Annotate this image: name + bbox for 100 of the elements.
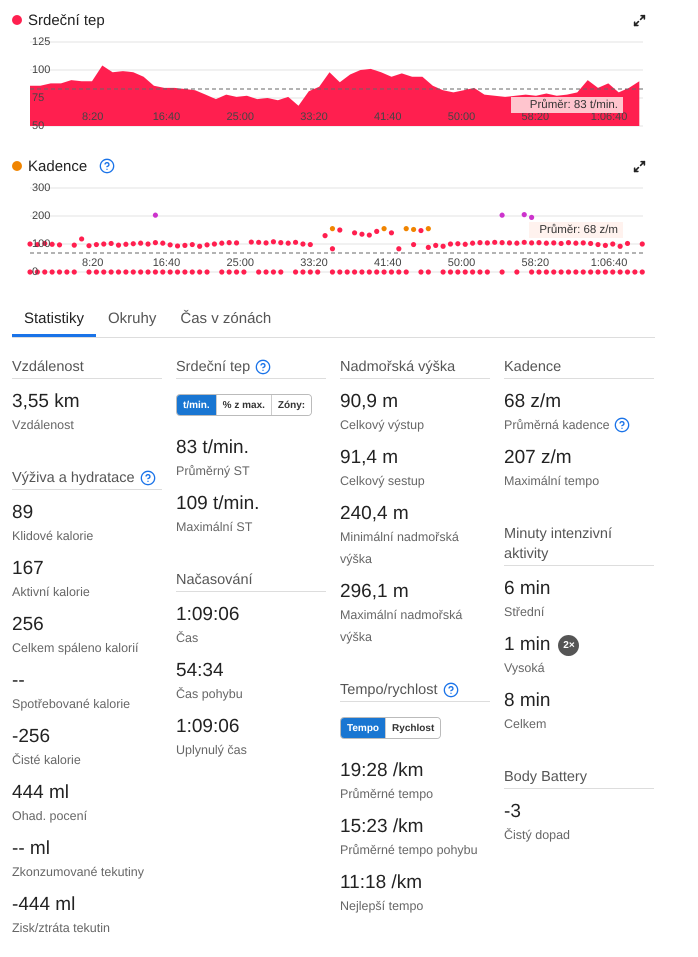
- stat-value: 6 min: [504, 577, 550, 601]
- section-title: Minuty intenzivní aktivity: [504, 525, 613, 564]
- stat-value: -444 ml: [12, 893, 76, 917]
- tab[interactable]: Okruhy: [96, 300, 168, 337]
- stat-value: 11:18 /km: [340, 871, 422, 895]
- stat-label: Celkový sestup: [340, 473, 425, 490]
- help-icon[interactable]: [442, 682, 459, 698]
- stat-label: Ohad. pocení: [12, 808, 88, 825]
- expand-icon[interactable]: [633, 14, 646, 26]
- tab[interactable]: Čas v zónách: [168, 300, 284, 337]
- stat-value: -256: [12, 725, 50, 749]
- stat-label: Celkem: [504, 716, 546, 733]
- stat-label: Průměrná kadence: [504, 417, 610, 434]
- stat-value: 83 t/min.: [176, 436, 249, 460]
- ref-line-label: Průměr: 68 z/m: [539, 223, 618, 236]
- axis-tick-label: 16:40: [152, 257, 180, 269]
- stat-label: Maximální ST: [176, 519, 252, 536]
- section-title: Výživa a hydratace: [12, 469, 135, 488]
- axis-tick-label: 41:40: [374, 257, 402, 269]
- section-title: Srdeční tep: [176, 358, 250, 377]
- expand-icon[interactable]: [633, 160, 646, 172]
- stat-label: Spotřebované kalorie: [12, 696, 130, 713]
- stat-value: 109 t/min.: [176, 492, 260, 516]
- average-label: Průměr: 83 t/min.: [511, 97, 623, 113]
- stat-label: Zisk/ztráta tekutin: [12, 920, 110, 937]
- stat-value: 1:09:06: [176, 603, 240, 627]
- stat-value: 89: [12, 501, 34, 525]
- ref-line-label: Průměr: 83 t/min.: [530, 98, 618, 112]
- axis-tick-label: 75: [32, 92, 44, 104]
- toggle-option[interactable]: Tempo: [341, 718, 386, 738]
- multiplier-badge: 2×: [558, 634, 580, 656]
- toggle-option[interactable]: Zóny:: [270, 395, 312, 415]
- axis-tick-label: 200: [32, 210, 50, 222]
- toggle-option[interactable]: Rychlost: [385, 718, 440, 738]
- stat-value: 256: [12, 613, 44, 637]
- stat-value: 240,4 m: [340, 502, 409, 526]
- stat-value: 15:23 /km: [340, 815, 424, 839]
- stat-label: Minimální nadmořská výška: [340, 529, 460, 568]
- stat-value: 8 min: [504, 689, 550, 713]
- axis-tick-label: 300: [32, 182, 50, 194]
- section-title: Tempo/rychlost: [340, 681, 438, 700]
- axis-tick-label: 1:06:40: [590, 111, 628, 123]
- tab[interactable]: Statistiky: [12, 300, 96, 337]
- section-title: Nadmořská výška: [340, 358, 456, 377]
- stat-value: 207 z/m: [504, 446, 572, 470]
- average-label: Průměr: 68 z/m: [529, 222, 623, 238]
- axis-tick-label: 16:40: [152, 111, 180, 123]
- stat-label: Maximální nadmořská výška: [340, 607, 464, 646]
- stat-value: 167: [12, 557, 44, 581]
- stat-label: Střední: [504, 604, 544, 621]
- stat-label: Aktivní kalorie: [12, 584, 90, 601]
- axis-tick-label: 58:20: [522, 111, 550, 123]
- help-icon[interactable]: [99, 158, 116, 174]
- section-title: Načasování: [176, 571, 253, 590]
- chart-title: Kadence: [28, 158, 88, 174]
- stat-label: Průměrné tempo: [340, 786, 434, 803]
- axis-tick-label: 100: [32, 64, 50, 76]
- help-icon[interactable]: [140, 470, 156, 486]
- axis-tick-label: 125: [32, 36, 50, 48]
- stat-value: 296,1 m: [340, 580, 409, 604]
- section-title: Vzdálenost: [12, 358, 84, 377]
- axis-tick-label: 33:20: [300, 257, 328, 269]
- axis-tick-label: 8:20: [82, 257, 104, 269]
- axis-tick-label: 25:00: [226, 257, 254, 269]
- axis-tick-label: 50:00: [448, 257, 476, 269]
- section-title: Kadence: [504, 358, 562, 377]
- stat-value: 1:09:06: [176, 715, 240, 739]
- stat-label: Čas: [176, 630, 198, 647]
- stat-label: Nejlepší tempo: [340, 898, 424, 915]
- toggle-option[interactable]: t/min.: [177, 395, 216, 415]
- help-icon[interactable]: [255, 359, 272, 375]
- stat-value: 90,9 m: [340, 390, 398, 414]
- stat-label: Vysoká: [504, 660, 545, 677]
- stat-label: Čistý dopad: [504, 827, 570, 844]
- stat-label: Maximální tempo: [504, 473, 600, 490]
- stat-value: --: [12, 669, 25, 693]
- axis-tick-label: 1:06:40: [590, 257, 628, 269]
- stat-label: Uplynulý čas: [176, 742, 247, 759]
- axis-tick-label: 58:20: [522, 257, 550, 269]
- stat-value: 444 ml: [12, 781, 70, 805]
- stat-value: 91,4 m: [340, 446, 398, 470]
- axis-tick-label: 25:00: [226, 111, 254, 123]
- stat-value: -- ml: [12, 837, 50, 861]
- stat-value: 54:34: [176, 659, 224, 683]
- section-title: Body Battery: [504, 768, 588, 787]
- stat-label: Průměrné tempo pohybu: [340, 842, 478, 859]
- stat-value: -3: [504, 800, 521, 824]
- axis-tick-label: 8:20: [82, 111, 104, 123]
- chart-title: Srdeční tep: [28, 12, 105, 28]
- axis-tick-label: 41:40: [374, 111, 402, 123]
- axis-tick-label: 50:00: [448, 111, 476, 123]
- stat-value: 1 min: [504, 633, 550, 657]
- stat-label: Průměrný ST: [176, 463, 250, 480]
- stat-label: Klidové kalorie: [12, 528, 94, 545]
- stat-label: Celkový výstup: [340, 417, 424, 434]
- stat-label: Čisté kalorie: [12, 752, 81, 769]
- stat-label: Zkonzumované tekutiny: [12, 864, 144, 881]
- stat-value: 19:28 /km: [340, 759, 424, 783]
- help-icon[interactable]: [614, 417, 630, 433]
- axis-tick-label: 33:20: [300, 111, 328, 123]
